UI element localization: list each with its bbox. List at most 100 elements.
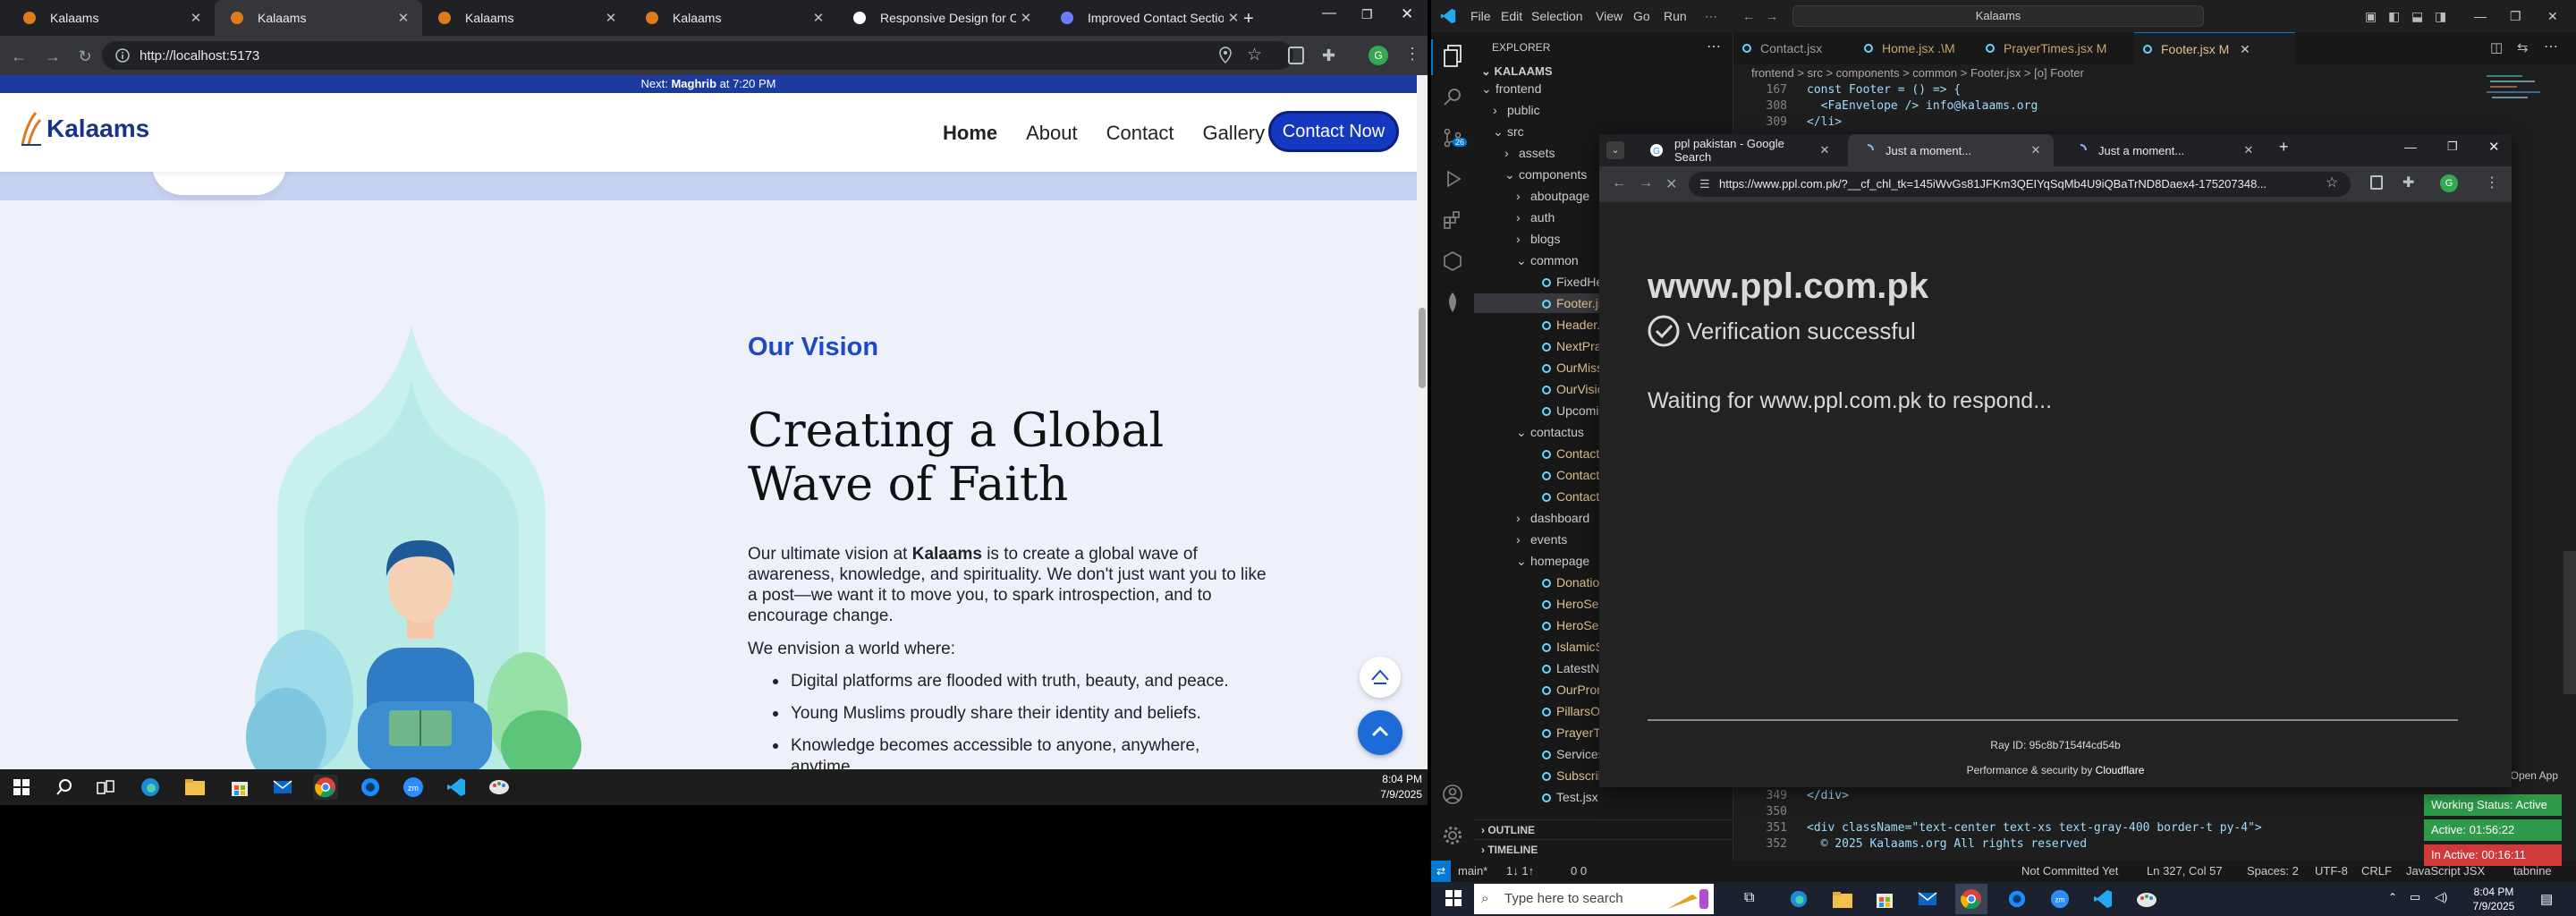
- maximize-button[interactable]: ❐: [1361, 7, 1373, 22]
- menu-more-icon[interactable]: ⋯: [1705, 9, 1717, 24]
- breadcrumb[interactable]: frontend > src > components > common > F…: [1751, 66, 2084, 80]
- manage-gear-icon[interactable]: [1442, 825, 1463, 846]
- vs-close-button[interactable]: ✕: [2547, 9, 2558, 24]
- code-line[interactable]: 308 <FaEnvelope /> info@kalaams.org: [1733, 98, 2538, 114]
- cursor-position[interactable]: Ln 327, Col 57: [2147, 861, 2223, 882]
- browser-tab[interactable]: Responsive Design for Conta✕: [837, 0, 1045, 36]
- line-ending[interactable]: CRLF: [2361, 861, 2392, 882]
- paint-icon[interactable]: [487, 775, 512, 800]
- page-scrollbar[interactable]: [1417, 75, 1428, 769]
- task-view-icon[interactable]: [93, 775, 118, 800]
- overlay-sidepanel-icon[interactable]: [2370, 175, 2383, 190]
- cf-brand-link[interactable]: Cloudflare: [2096, 764, 2145, 776]
- location-icon[interactable]: [1218, 47, 1233, 64]
- overlay-browser-tab[interactable]: Just a moment... ✕: [1848, 134, 2054, 166]
- overlay-browser-tab[interactable]: Just a moment... ✕: [2061, 134, 2267, 166]
- menu-file[interactable]: File: [1470, 9, 1491, 23]
- windows-start-icon[interactable]: [9, 775, 34, 800]
- clock-date[interactable]: 7/9/2025: [1368, 788, 1422, 801]
- timeline-section[interactable]: › TIMELINE: [1474, 839, 1733, 859]
- vs-minimize-button[interactable]: —: [2474, 9, 2487, 23]
- nav-about[interactable]: About: [1026, 122, 1078, 145]
- overlay-maximize-button[interactable]: ❐: [2447, 140, 2458, 154]
- encoding[interactable]: UTF-8: [2315, 861, 2348, 882]
- editor-scrollbar[interactable]: [2563, 551, 2576, 694]
- scroll-top-button[interactable]: [1358, 710, 1402, 755]
- sidepanel-icon[interactable]: [1288, 47, 1304, 64]
- tree-folder[interactable]: ›servicespa: [1474, 809, 1733, 812]
- notification-icon[interactable]: ▤: [2540, 891, 2553, 907]
- mail-icon[interactable]: [1918, 891, 1937, 907]
- browser-tab[interactable]: Kalaams ✕: [215, 0, 422, 36]
- editor-tab[interactable]: Home.jsx .\M: [1855, 32, 1977, 64]
- paint-icon[interactable]: [2136, 891, 2157, 909]
- taskbar-search-box[interactable]: ⌕ Type here to search: [1474, 884, 1714, 914]
- edge-icon[interactable]: [1789, 889, 1809, 909]
- menu-selection[interactable]: Selection: [1531, 9, 1583, 23]
- profile-avatar[interactable]: G: [1368, 46, 1388, 65]
- menu-kebab-icon[interactable]: ⋮: [1404, 45, 1420, 64]
- tab-close-icon[interactable]: ✕: [394, 10, 413, 26]
- tab-close-icon[interactable]: ✕: [1224, 10, 1243, 26]
- tab-close-icon[interactable]: ✕: [809, 10, 828, 26]
- windows-start-icon[interactable]: [1445, 890, 1462, 906]
- zoom-icon[interactable]: zm: [2050, 889, 2070, 909]
- url-bar[interactable]: http://localhost:5173: [102, 41, 1293, 70]
- task-view-icon[interactable]: ⧉: [1744, 890, 1754, 906]
- overlay-close-button[interactable]: ✕: [2488, 139, 2500, 155]
- store-icon[interactable]: [227, 775, 252, 800]
- tray-volume-icon[interactable]: ◁): [2435, 890, 2447, 904]
- clock-time[interactable]: 8:04 PM: [1368, 773, 1422, 785]
- nav-home[interactable]: Home: [943, 122, 997, 145]
- workspace-root[interactable]: ⌄ KALAAMS: [1481, 64, 1553, 79]
- tray-clock-time[interactable]: 8:04 PM: [2465, 886, 2522, 898]
- contact-now-button[interactable]: Contact Now: [1268, 111, 1399, 152]
- overlay-profile-avatar[interactable]: G: [2440, 174, 2458, 192]
- zoom-icon[interactable]: zm: [401, 775, 426, 800]
- editor-tab[interactable]: Footer.jsx M ✕: [2134, 32, 2295, 64]
- editor-tab[interactable]: Contact.jsx: [1733, 32, 1855, 64]
- accounts-icon[interactable]: [1442, 784, 1463, 805]
- reload-icon[interactable]: ↻: [75, 47, 95, 66]
- store-icon[interactable]: [1875, 889, 1894, 909]
- run-debug-icon[interactable]: [1442, 168, 1463, 190]
- tray-network-icon[interactable]: ▭: [2410, 890, 2420, 904]
- remote-explorer-icon[interactable]: [1442, 250, 1463, 272]
- vscode-icon[interactable]: [2093, 889, 2113, 909]
- open-changes-icon[interactable]: ⇆: [2517, 39, 2529, 55]
- problems-count[interactable]: 0 0: [1571, 861, 1587, 882]
- command-search[interactable]: Kalaams: [1792, 5, 2204, 27]
- bookmark-star-icon[interactable]: ☆: [1247, 45, 1262, 65]
- tab-close-icon[interactable]: ✕: [186, 10, 206, 26]
- overlay-back-icon[interactable]: ←: [1612, 175, 1626, 191]
- git-branch[interactable]: main*: [1458, 861, 1487, 882]
- overlay-tab-close-icon[interactable]: ✕: [2240, 143, 2258, 157]
- app-icon[interactable]: [2007, 889, 2027, 909]
- overlay-url-bar[interactable]: ☰ https://www.ppl.com.pk/?__cf_chl_tk=14…: [1689, 172, 2351, 197]
- nav-back-icon[interactable]: ←: [1742, 9, 1755, 23]
- nav-gallery[interactable]: Gallery: [1202, 122, 1265, 145]
- browser-tab[interactable]: Kalaams ✕: [422, 0, 630, 36]
- edge-icon[interactable]: [138, 775, 163, 800]
- tree-file[interactable]: Test.jsx: [1474, 787, 1733, 807]
- code-line[interactable]: 351 <div className="text-center text-xs t…: [1733, 820, 2538, 836]
- overlay-menu-icon[interactable]: ⋮: [2485, 174, 2499, 191]
- tab-close-icon[interactable]: ✕: [601, 10, 621, 26]
- menu-edit[interactable]: Edit: [1501, 9, 1522, 23]
- search-icon[interactable]: [52, 775, 77, 800]
- scrollbar-thumb[interactable]: [1419, 308, 1426, 388]
- back-icon[interactable]: ←: [9, 47, 29, 66]
- chrome-icon[interactable]: [313, 775, 338, 800]
- tab-close-icon[interactable]: ✕: [1016, 10, 1036, 26]
- sidebar-toggle-icon[interactable]: ◧: [2388, 9, 2400, 24]
- code-line[interactable]: 309 </li>: [1733, 114, 2538, 131]
- app-icon[interactable]: [358, 775, 383, 800]
- split-editor-icon[interactable]: ◫: [2490, 39, 2503, 55]
- code-line[interactable]: 349 </div>: [1733, 788, 2538, 804]
- layout-icon[interactable]: ▣: [2365, 9, 2377, 24]
- vs-maximize-button[interactable]: ❐: [2510, 9, 2521, 24]
- remote-indicator-icon[interactable]: ⇄: [1431, 861, 1451, 882]
- search-view-icon[interactable]: [1442, 86, 1463, 107]
- file-explorer-icon[interactable]: [182, 775, 208, 800]
- overlay-new-tab-button[interactable]: +: [2279, 138, 2289, 157]
